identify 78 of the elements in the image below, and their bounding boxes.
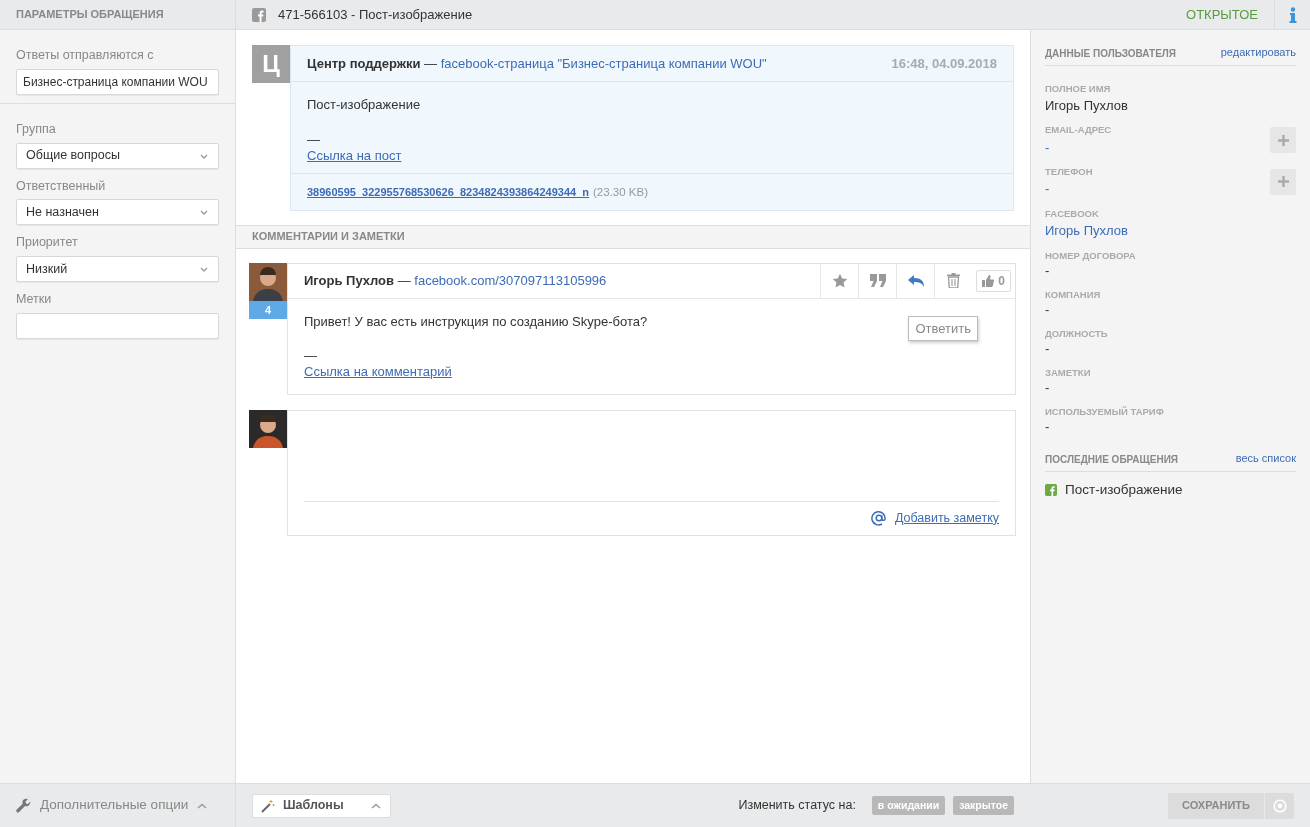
post-author-line: Центр поддержки — facebook-страница "Бизнес-страница компании WOU" xyxy=(307,54,767,73)
attachment-link[interactable]: 38960595_322955768530626_8234824393864249344_n xyxy=(307,186,589,198)
attachment-size: (23.30 KB) xyxy=(593,186,648,198)
info-icon xyxy=(1288,6,1297,23)
select-field[interactable]: Общие вопросы xyxy=(16,142,219,169)
recent-item[interactable]: Пост-изображение xyxy=(1045,479,1296,500)
field-label: EMAIL-АДРЕС xyxy=(1045,123,1112,138)
field-label: КОМПАНИЯ xyxy=(1045,287,1101,302)
field-label: Ответственный xyxy=(16,177,107,195)
field-value: - xyxy=(1045,138,1051,157)
comment-text: Привет! У вас есть инструкция по созданию Skype-бота? xyxy=(304,312,648,331)
input-field[interactable] xyxy=(16,312,219,339)
section-title: ПОСЛЕДНИЕ ОБРАЩЕНИЯ xyxy=(1045,452,1179,467)
save-options-button[interactable] xyxy=(1264,792,1294,819)
field-label: Группа xyxy=(16,120,57,138)
star-icon xyxy=(831,272,848,289)
wrench-icon xyxy=(16,797,32,814)
section-link[interactable]: редактировать xyxy=(1220,44,1296,61)
comment-link[interactable]: Ссылка на комментарий xyxy=(304,362,452,382)
field-label: Метки xyxy=(16,291,53,308)
quote-icon xyxy=(869,274,886,287)
source-link[interactable]: facebook-страница "Бизнес-страница компании WOU" xyxy=(440,55,767,71)
tooltip: Ответить xyxy=(908,315,978,341)
field-value: Игорь Пухлов xyxy=(1045,96,1128,115)
facebook-icon xyxy=(1045,483,1057,496)
chevron-up-icon xyxy=(196,801,209,810)
separator-dash: — xyxy=(307,132,321,146)
field-label: ДОЛЖНОСТЬ xyxy=(1045,326,1108,341)
add-note-link[interactable]: Добавить заметку xyxy=(894,508,999,528)
magic-wand-icon xyxy=(261,798,275,813)
select-field[interactable]: Низкий xyxy=(16,256,219,282)
field-label: FACEBOOK xyxy=(1045,206,1100,221)
separator-dash: — xyxy=(304,349,318,362)
chevron-down-icon xyxy=(199,265,209,273)
field-label: ЗАМЕТКИ xyxy=(1045,365,1091,380)
templates-button[interactable]: Шаблоны xyxy=(252,793,391,818)
post-link[interactable]: Ссылка на пост xyxy=(307,145,402,165)
reply-from-field[interactable]: Бизнес-страница компании WOU xyxy=(16,68,219,95)
status-change-label: Изменить статус на: xyxy=(738,797,856,815)
add-button[interactable] xyxy=(1270,127,1296,154)
section-link[interactable]: весь список xyxy=(1235,450,1296,467)
chevron-up-icon xyxy=(370,801,382,810)
reply-icon xyxy=(907,273,924,288)
field-label: Ответы отправляются с xyxy=(16,47,155,64)
trash-icon xyxy=(947,273,961,288)
field-value: - xyxy=(1045,301,1051,319)
status-label: ОТКРЫТОЕ xyxy=(1186,5,1259,24)
select-field[interactable]: Не назначен xyxy=(16,199,219,226)
field-value: - xyxy=(1045,262,1051,280)
section-title: КОММЕНТАРИИ И ЗАМЕТКИ xyxy=(252,229,405,245)
field-value: - xyxy=(1045,380,1051,398)
field-label: ПОЛНОЕ ИМЯ xyxy=(1045,81,1112,96)
plus-icon xyxy=(1277,134,1289,146)
section-title: ДАННЫЕ ПОЛЬЗОВАТЕЛЯ xyxy=(1045,46,1177,61)
field-label: ТЕЛЕФОН xyxy=(1045,165,1093,179)
post-time: 16:48, 04.09.2018 xyxy=(891,54,997,73)
post-text: Пост-изображение xyxy=(307,96,422,114)
field-value: - xyxy=(1045,341,1051,358)
ticket-title: 471-566103 - Пост-изображение xyxy=(278,5,473,24)
chevron-down-icon xyxy=(199,208,209,217)
mention-icon xyxy=(870,510,887,526)
avatar-letter: Ц xyxy=(252,45,290,83)
like-button[interactable]: 0 xyxy=(976,269,1011,292)
plus-icon xyxy=(1277,176,1289,188)
source-link[interactable]: facebook.com/307097113105996 xyxy=(414,272,607,288)
field-label: НОМЕР ДОГОВОРА xyxy=(1045,248,1136,263)
panel-title: ПАРАМЕТРЫ ОБРАЩЕНИЯ xyxy=(16,7,164,23)
field-value: - xyxy=(1045,419,1051,437)
add-button[interactable] xyxy=(1270,168,1296,195)
thumbs-up-icon xyxy=(982,274,995,287)
field-value: - xyxy=(1045,180,1051,199)
field-label: Приоритет xyxy=(16,234,79,252)
target-icon xyxy=(1272,798,1287,813)
facebook-icon xyxy=(252,7,266,22)
field-label: ИСПОЛЬЗУЕМЫЙ ТАРИФ xyxy=(1045,405,1164,420)
note-editor[interactable]: Добавить заметку xyxy=(287,409,1016,536)
profile-link[interactable]: Игорь Пухлов xyxy=(1045,221,1128,241)
comment-author-line: Игорь Пухлов — facebook.com/307097113105996 xyxy=(304,271,607,290)
